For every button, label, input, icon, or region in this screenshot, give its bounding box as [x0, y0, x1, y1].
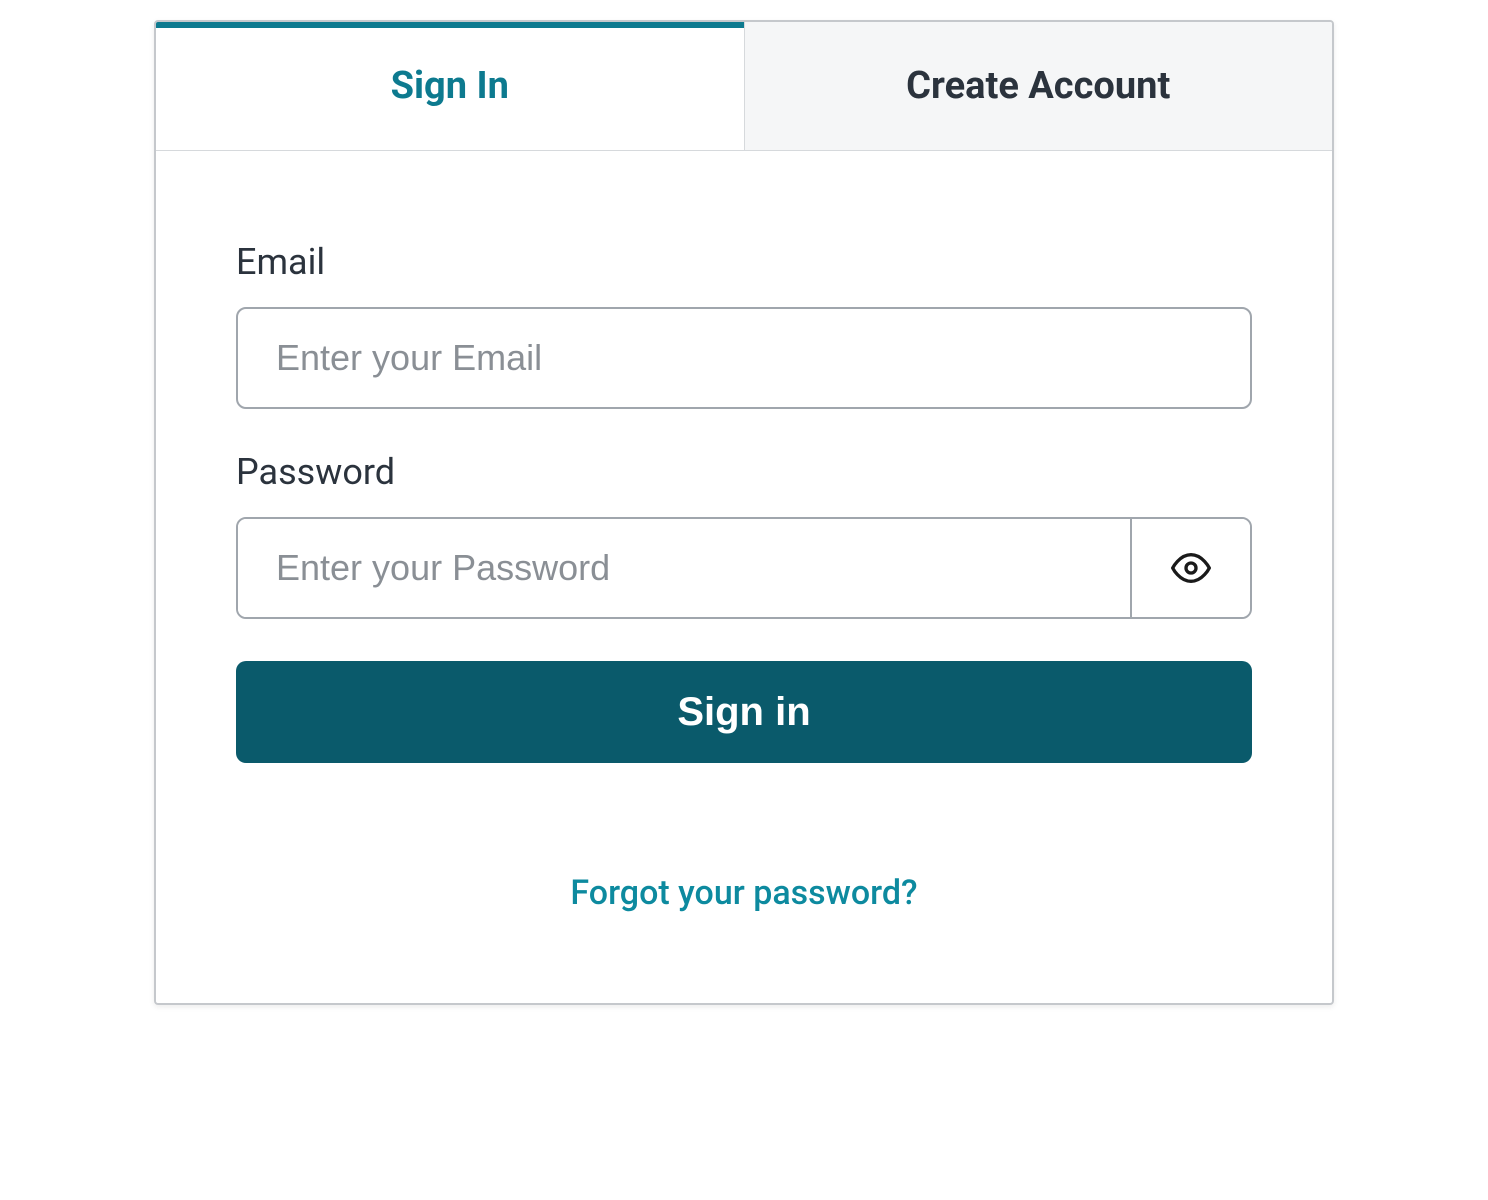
forgot-password-link[interactable]: Forgot your password? [236, 873, 1252, 913]
toggle-password-visibility-button[interactable] [1130, 519, 1250, 617]
sign-in-button[interactable]: Sign in [236, 661, 1252, 763]
tab-sign-in[interactable]: Sign In [156, 22, 744, 150]
tab-create-account[interactable]: Create Account [744, 22, 1333, 150]
password-wrapper [236, 517, 1252, 619]
password-group: Password [236, 451, 1252, 619]
password-field[interactable] [238, 519, 1130, 617]
email-group: Email [236, 241, 1252, 409]
auth-card: Sign In Create Account Email Password Si [154, 20, 1334, 1005]
auth-tabs: Sign In Create Account [156, 22, 1332, 151]
password-label: Password [236, 451, 1252, 493]
email-label: Email [236, 241, 1252, 283]
sign-in-form: Email Password Sign in Forgot your passw… [156, 151, 1332, 1003]
eye-icon [1171, 548, 1211, 588]
email-field[interactable] [236, 307, 1252, 409]
